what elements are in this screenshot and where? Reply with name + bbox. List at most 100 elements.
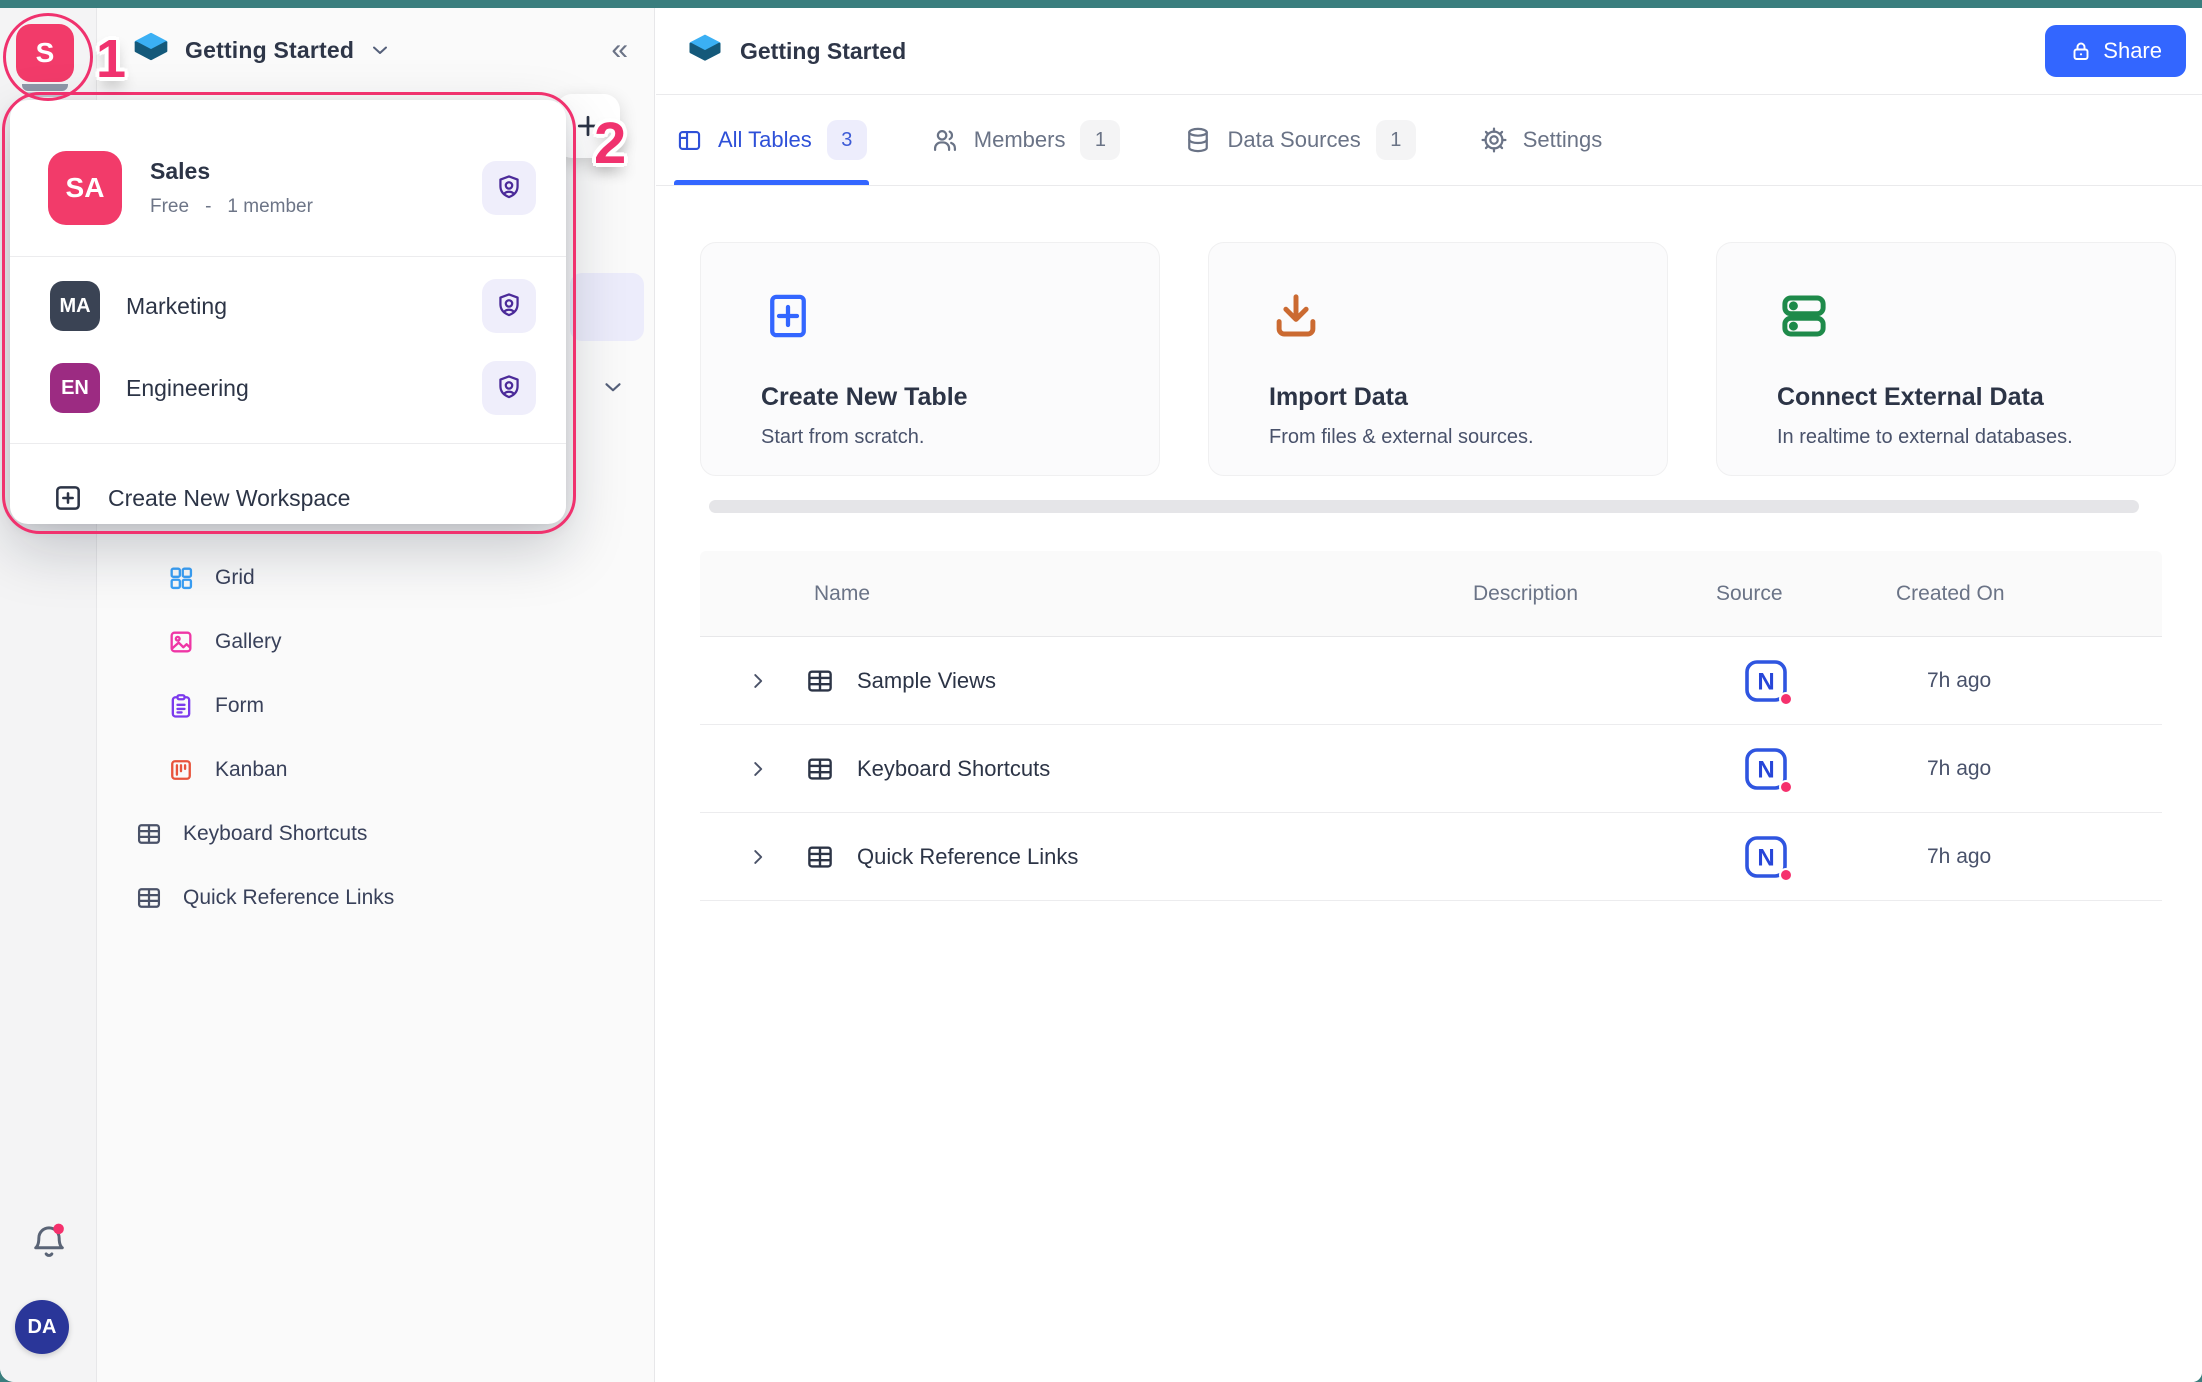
create-new-workspace-label: Create New Workspace	[108, 485, 350, 512]
workspace-admin-button[interactable]	[482, 161, 536, 215]
sidebar-view-label: Gallery	[215, 630, 282, 654]
table-name: Sample Views	[857, 668, 996, 694]
table-row-quick-reference-links[interactable]: Quick Reference Links N 7h ago	[700, 813, 2162, 901]
nocodb-source-icon: N	[1743, 658, 1789, 704]
chevron-down-icon[interactable]	[368, 38, 392, 62]
sidebar-collapse-button[interactable]: «	[611, 35, 628, 65]
kanban-view-icon	[167, 756, 195, 784]
status-dot	[1779, 692, 1793, 706]
workspace-admin-button[interactable]	[482, 279, 536, 333]
workspace-avatar-sales: SA	[48, 151, 122, 225]
row-expand-chevron[interactable]	[747, 758, 769, 780]
sidebar-table-label: Quick Reference Links	[183, 886, 394, 910]
user-account-avatar[interactable]: DA	[15, 1300, 69, 1354]
plan-label: Free	[150, 196, 189, 218]
gear-icon	[1480, 126, 1508, 154]
tab-label: All Tables	[718, 127, 812, 153]
column-header-description: Description	[1473, 582, 1716, 606]
sidebar-tree: Grid Gallery Form	[97, 546, 654, 930]
column-header-source: Source	[1716, 582, 1896, 606]
tab-count-badge: 3	[827, 120, 867, 160]
horizontal-scrollbar[interactable]	[709, 500, 2139, 513]
workspace-name: Sales	[150, 158, 313, 185]
plus-square-icon	[52, 482, 84, 514]
sidebar-active-row-highlight	[570, 273, 644, 341]
servers-icon	[1777, 289, 1831, 343]
workspace-switcher-button[interactable]: S	[16, 24, 74, 82]
card-subtitle: In realtime to external databases.	[1777, 426, 2115, 449]
table-icon	[135, 884, 163, 912]
download-icon	[1269, 289, 1323, 343]
create-new-table-card[interactable]: Create New Table Start from scratch.	[700, 242, 1160, 476]
table-source: N	[1716, 746, 1896, 792]
page-title: Getting Started	[740, 38, 906, 65]
tab-members[interactable]: Members 1	[931, 95, 1121, 185]
sidebar-table-keyboard-shortcuts[interactable]: Keyboard Shortcuts	[97, 802, 654, 866]
workspace-menu-list: MA Marketing EN Engineering	[10, 257, 566, 429]
sidebar-view-label: Kanban	[215, 758, 287, 782]
card-title: Connect External Data	[1777, 383, 2115, 412]
tab-data-sources[interactable]: Data Sources 1	[1184, 95, 1415, 185]
tables-list: Name Description Source Created On Sampl…	[700, 551, 2162, 901]
workspace-menu-item-sales[interactable]: SA Sales Free - 1 member	[10, 100, 566, 242]
table-row-keyboard-shortcuts[interactable]: Keyboard Shortcuts N 7h ago	[700, 725, 2162, 813]
sidebar-view-kanban[interactable]: Kanban	[97, 738, 654, 802]
workspace-name: Marketing	[126, 293, 227, 320]
bell-icon	[28, 1220, 70, 1264]
table-row-sample-views[interactable]: Sample Views N 7h ago	[700, 637, 2162, 725]
svg-text:N: N	[1757, 668, 1774, 695]
table-icon	[805, 754, 835, 784]
card-title: Create New Table	[761, 383, 1099, 412]
chevron-down-icon[interactable]	[600, 374, 626, 400]
create-new-workspace-button[interactable]: Create New Workspace	[10, 456, 566, 540]
sidebar-base-header[interactable]: Getting Started «	[97, 8, 654, 92]
card-subtitle: From files & external sources.	[1269, 426, 1607, 449]
nocodb-source-icon: N	[1743, 834, 1789, 880]
base-header: Getting Started Share	[656, 8, 2202, 95]
app-window: S DA Getting Started «	[0, 8, 2202, 1382]
base-tabs: All Tables 3 Members 1 Data Sources	[656, 95, 2202, 186]
tab-count-badge: 1	[1080, 120, 1120, 160]
import-data-card[interactable]: Import Data From files & external source…	[1208, 242, 1668, 476]
table-created-on: 7h ago	[1896, 845, 2162, 869]
base-cube-icon	[131, 30, 171, 70]
row-expand-chevron[interactable]	[747, 846, 769, 868]
sidebar-view-form[interactable]: Form	[97, 674, 654, 738]
workspace-menu-item-marketing[interactable]: MA Marketing	[10, 265, 566, 347]
tab-all-tables[interactable]: All Tables 3	[676, 95, 867, 185]
tab-settings[interactable]: Settings	[1480, 95, 1603, 185]
connect-external-data-card[interactable]: Connect External Data In realtime to ext…	[1716, 242, 2176, 476]
member-count: 1 member	[227, 196, 313, 218]
table-icon	[135, 820, 163, 848]
main-content: Getting Started Share All Tables 3	[656, 8, 2202, 1382]
table-name: Quick Reference Links	[857, 844, 1078, 870]
sidebar-view-label: Grid	[215, 566, 255, 590]
tab-label: Members	[974, 127, 1066, 153]
plus-icon	[573, 111, 603, 141]
column-header-name: Name	[700, 582, 1473, 606]
lock-icon	[2069, 39, 2093, 63]
workspace-switcher-menu: SA Sales Free - 1 member MA Marketing	[10, 100, 566, 524]
sidebar-view-grid[interactable]: Grid	[97, 546, 654, 610]
nocodb-source-icon: N	[1743, 746, 1789, 792]
notifications-button[interactable]	[28, 1220, 70, 1264]
grid-view-icon	[167, 564, 195, 592]
tables-icon	[676, 127, 703, 154]
form-view-icon	[167, 692, 195, 720]
workspace-avatar-marketing: MA	[50, 281, 100, 331]
sidebar-table-quick-reference-links[interactable]: Quick Reference Links	[97, 866, 654, 930]
tab-label: Settings	[1523, 127, 1603, 153]
meta-separator: -	[205, 196, 211, 218]
share-button-label: Share	[2103, 38, 2162, 64]
table-icon	[805, 842, 835, 872]
row-expand-chevron[interactable]	[747, 670, 769, 692]
svg-text:N: N	[1757, 756, 1774, 783]
share-button[interactable]: Share	[2045, 25, 2186, 77]
quick-action-cards: Create New Table Start from scratch. Imp…	[700, 242, 2202, 476]
workspace-menu-item-engineering[interactable]: EN Engineering	[10, 347, 566, 429]
sidebar-view-gallery[interactable]: Gallery	[97, 610, 654, 674]
svg-text:N: N	[1757, 844, 1774, 871]
card-title: Import Data	[1269, 383, 1607, 412]
workspace-admin-button[interactable]	[482, 361, 536, 415]
sidebar-table-label: Keyboard Shortcuts	[183, 822, 367, 846]
